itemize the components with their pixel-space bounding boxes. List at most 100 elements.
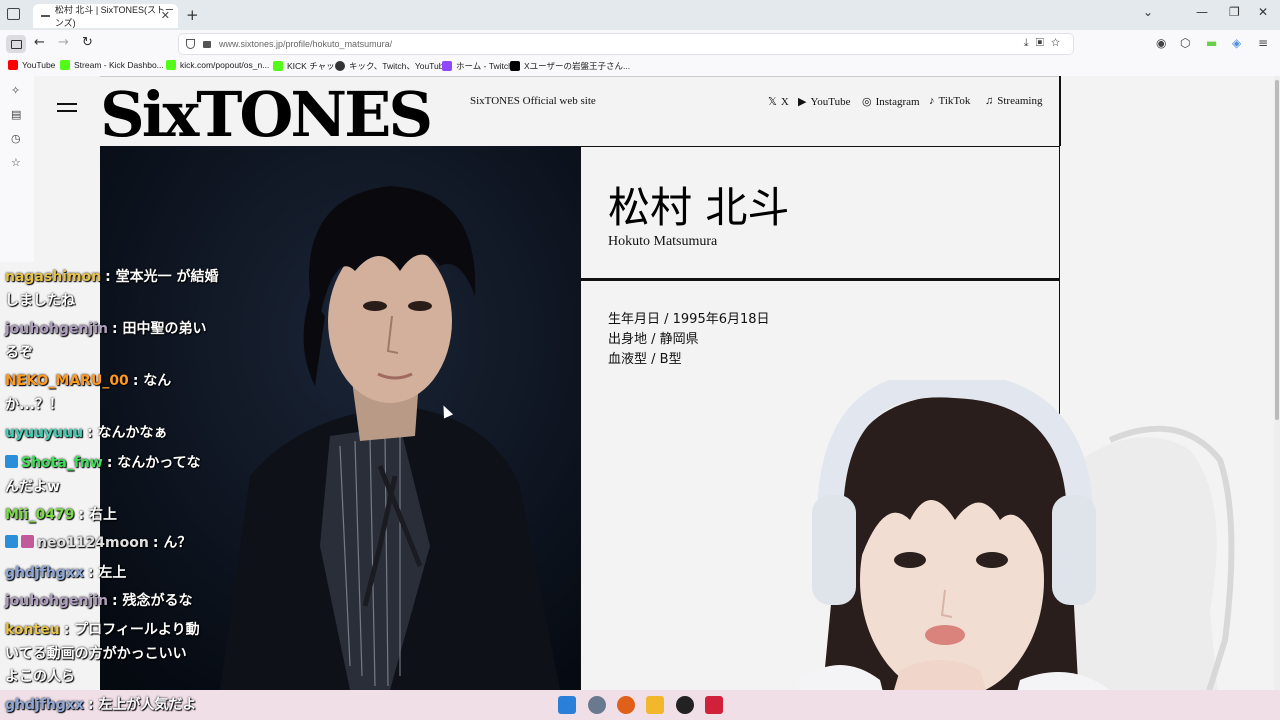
tab-favicon-icon <box>41 15 50 17</box>
file-explorer-icon[interactable] <box>646 696 664 714</box>
chat-username: ghdjfhgxx <box>5 697 84 713</box>
gift-badge-icon <box>21 535 34 548</box>
header-divider <box>100 76 1060 77</box>
chat-username: jouhohgenjin <box>5 593 108 609</box>
chat-message: よこの人ら <box>5 666 75 686</box>
tab-list-chevron-icon[interactable]: ⌄ <box>1143 5 1153 19</box>
tab-overview-icon[interactable] <box>7 8 20 20</box>
tracking-shield-icon[interactable] <box>186 39 195 49</box>
address-bar-actions[interactable]: ⤓▣☆ <box>1024 37 1067 50</box>
settings-gear-icon[interactable] <box>588 696 606 714</box>
streamer-webcam-illustration <box>780 380 1235 720</box>
profile-divider-secondary <box>580 280 1060 281</box>
member-profile-details: 生年月日 / 1995年6月18日 出身地 / 静岡県 血液型 / B型 <box>608 310 770 370</box>
multistream-icon <box>335 61 345 71</box>
chat-username: konteu <box>5 622 60 638</box>
bookmark-kick-dashboard[interactable]: Stream - Kick Dashbo... <box>60 60 164 70</box>
site-tagline: SixTONES Official web site <box>470 95 596 107</box>
navigation-bar: ← → ↻ www.sixtones.jp/profile/hokuto_mat… <box>0 30 1280 58</box>
chat-username: Shota_fnw <box>21 455 103 471</box>
lock-icon[interactable] <box>203 41 211 48</box>
address-bar[interactable]: www.sixtones.jp/profile/hokuto_matsumura… <box>178 33 1074 55</box>
chat-username: uyuuyuuu <box>5 425 84 441</box>
social-link-instagram[interactable]: ◎ Instagram <box>862 95 920 109</box>
birthday: 生年月日 / 1995年6月18日 <box>608 312 770 327</box>
chat-text: : 左上 <box>87 565 127 581</box>
chat-message: Mii_0479: 右上 <box>5 504 117 524</box>
chat-text: : 右上 <box>78 507 117 523</box>
account-icon[interactable]: ◉ <box>1156 36 1166 50</box>
chat-message: るぞ <box>5 342 33 362</box>
sidebar-toggle-icon[interactable] <box>6 35 26 53</box>
bookmark-kick-chat[interactable]: KICK チャット <box>273 60 343 72</box>
blood-type: 血液型 / B型 <box>608 352 682 367</box>
kick-icon <box>166 60 176 70</box>
chat-username: ghdjfhgxx <box>5 565 84 581</box>
browser-tab-bar: 松村 北斗 | SixTONES(ストーンズ) ✕ + ⌄ — ❐ ✕ <box>0 0 1280 30</box>
ai-sparkle-icon[interactable]: ✧ <box>11 84 20 97</box>
windows-start-icon[interactable] <box>558 696 576 714</box>
bookmark-twitch[interactable]: ホーム - Twitch <box>442 60 513 72</box>
restore-icon[interactable]: ❐ <box>1229 5 1240 19</box>
tab-title: 松村 北斗 | SixTONES(ストーンズ) <box>54 5 175 28</box>
chat-text: : プロフィールより動 <box>63 622 200 638</box>
chat-username: neo1124moon <box>37 535 149 551</box>
forward-icon[interactable]: → <box>58 35 69 50</box>
social-link-tiktok[interactable]: ♪ TikTok <box>929 95 970 107</box>
chat-message: nagashimon: 堂本光一 が結婚 <box>5 266 219 286</box>
chat-message: しましたね <box>5 290 75 310</box>
chat-text: : 堂本光一 が結婚 <box>105 269 219 285</box>
close-window-icon[interactable]: ✕ <box>1258 5 1268 19</box>
tabs-icon[interactable]: ▤ <box>11 108 21 121</box>
tiktok-icon: ♪ <box>929 95 935 107</box>
bookmark-x-user[interactable]: Xユーザーの岩盤王子さん... <box>510 60 630 72</box>
obs-icon[interactable] <box>676 696 694 714</box>
webcam-overlay <box>780 380 1280 720</box>
chat-text: : 左上が人気だよ <box>87 697 197 713</box>
extension-translate-icon[interactable]: ◈ <box>1232 36 1241 50</box>
chat-text: か...？！ <box>5 397 63 413</box>
tab-close-icon[interactable]: ✕ <box>161 9 170 22</box>
site-logo[interactable]: SixTONES <box>100 80 460 150</box>
chat-username: jouhohgenjin <box>5 321 108 337</box>
x-icon: 𝕏 <box>768 96 777 108</box>
subscriber-badge-icon <box>5 535 18 548</box>
chat-text: : 田中聖の弟い <box>111 321 207 337</box>
os-taskbar: ghdjfhgxx: 左上が人気だよ <box>0 690 1280 720</box>
new-tab-icon[interactable]: + <box>186 6 199 24</box>
history-icon[interactable]: ◷ <box>11 132 21 145</box>
minimize-icon[interactable]: — <box>1196 5 1208 19</box>
bookmarks-star-icon[interactable]: ☆ <box>11 156 21 169</box>
social-link-youtube[interactable]: ▶ YouTube <box>798 95 851 109</box>
app-icon[interactable] <box>705 696 723 714</box>
chat-text: : なん <box>132 373 172 389</box>
twitch-icon <box>442 61 452 71</box>
chat-message: jouhohgenjin: 田中聖の弟い <box>5 318 206 338</box>
chat-message: jouhohgenjin: 残念がるな <box>5 590 192 610</box>
birthplace: 出身地 / 静岡県 <box>608 332 699 347</box>
chat-username: NEKO_MARU_00 <box>5 373 129 389</box>
youtube-icon: ▶ <box>798 96 807 108</box>
bookmark-multistream[interactable]: キック、Twitch、YouTub... <box>335 60 451 72</box>
chat-text: : ん？ <box>152 535 192 551</box>
bookmark-youtube[interactable]: YouTube <box>8 60 55 70</box>
kick-icon <box>60 60 70 70</box>
stream-chat-overlay: nagashimon: 堂本光一 が結婚 しましたね jouhohgenjin:… <box>0 262 230 692</box>
firefox-icon[interactable] <box>617 696 635 714</box>
extensions-icon[interactable]: ⬡ <box>1180 36 1190 50</box>
hamburger-menu-icon[interactable] <box>57 103 77 117</box>
scrollbar-thumb[interactable] <box>1275 80 1279 420</box>
social-link-x[interactable]: 𝕏X <box>768 95 789 109</box>
bookmark-kick-popout[interactable]: kick.com/popout/os_n... <box>166 60 269 70</box>
chat-text: いてる動画の方がかっこいい <box>5 646 187 662</box>
chat-text: しましたね <box>5 293 75 309</box>
back-icon[interactable]: ← <box>34 35 45 50</box>
reload-icon[interactable]: ↻ <box>82 35 93 50</box>
chat-text: よこの人ら <box>5 669 75 685</box>
browser-tab[interactable]: 松村 北斗 | SixTONES(ストーンズ) ✕ <box>33 4 178 28</box>
extension-battery-icon[interactable]: ▬ <box>1206 36 1217 50</box>
menu-icon[interactable]: ≡ <box>1258 36 1268 50</box>
chat-message: uyuuyuuu: なんかなぁ <box>5 422 168 442</box>
social-link-streaming[interactable]: ♫ Streaming <box>985 95 1042 107</box>
chat-message: いてる動画の方がかっこいい <box>5 643 187 663</box>
